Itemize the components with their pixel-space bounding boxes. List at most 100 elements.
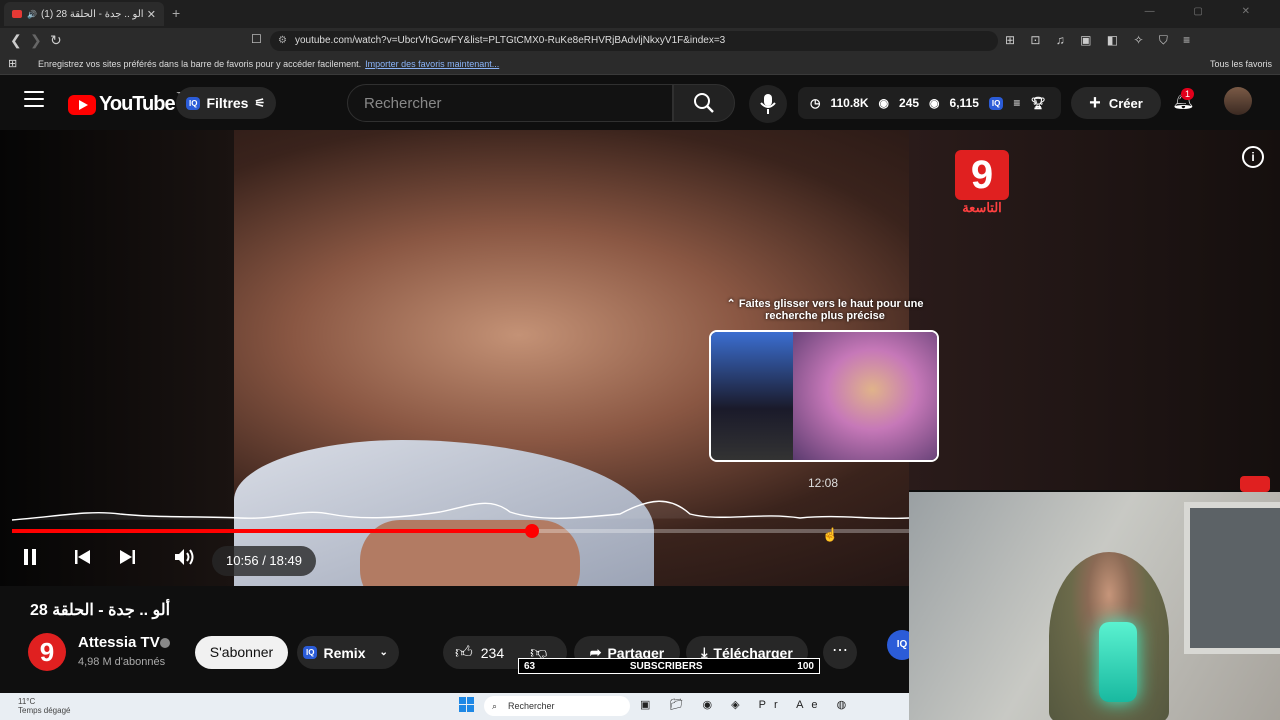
avatar[interactable]: [1224, 87, 1252, 115]
info-icon[interactable]: i: [1242, 146, 1264, 168]
taskbar-search-label: Rechercher: [508, 701, 555, 711]
new-tab-icon[interactable]: +: [172, 5, 180, 21]
browser-tab[interactable]: 🔊 (1) ألو .. جدة - الحلقة 28 - YouTube ✕: [4, 2, 164, 26]
url-field[interactable]: ⚙ youtube.com/watch?v=UbcrVhGcwFY&list=PL…: [270, 31, 998, 51]
webcam-overlay: [909, 492, 1280, 720]
bookmark-icon[interactable]: ☐: [251, 32, 262, 46]
site-info-icon[interactable]: ⚙: [278, 35, 287, 46]
clock-icon: ◷: [810, 96, 821, 110]
channel-subscribers: 4,98 M d'abonnés: [78, 656, 166, 668]
weather-widget[interactable]: 11°C Temps dégagé: [18, 697, 70, 715]
stat-views-b: 6,115: [949, 96, 979, 110]
channel-logo-text: التاسعة: [962, 200, 1002, 215]
back-icon[interactable]: ❮: [10, 32, 22, 49]
search-button[interactable]: [673, 84, 735, 122]
like-button[interactable]: 👍︎ 234: [455, 642, 504, 663]
time-display: 10:56 / 18:49: [212, 546, 316, 576]
channel-avatar[interactable]: 9: [28, 633, 66, 671]
browser-tab-bar: 🔊 (1) ألو .. جدة - الحلقة 28 - YouTube ✕…: [0, 0, 1280, 28]
volume-button[interactable]: [174, 548, 196, 571]
channel-logo-digit: 9: [955, 150, 1009, 200]
youtube-logo[interactable]: YouTube TN: [68, 91, 187, 116]
filters-button[interactable]: IQ Filtres ⚟: [176, 87, 276, 119]
webcam-window-bg: [1184, 502, 1280, 654]
video-title: ألو .. جدة - الحلقة 28: [30, 602, 171, 619]
more-actions-button[interactable]: ⋯: [823, 636, 857, 669]
chevron-down-icon: ⌄: [379, 647, 388, 658]
plus-icon: +: [1089, 91, 1101, 114]
iq-icon: IQ: [186, 96, 201, 110]
sub-current: 63: [524, 660, 536, 672]
windows-start-icon[interactable]: [459, 697, 475, 713]
microphone-icon: [760, 94, 776, 114]
list-icon[interactable]: ≡: [1013, 96, 1020, 110]
extension-icons[interactable]: ⊞ ⊡ ♫ ▣ ◧ ✧ ⛉ ≡: [1005, 33, 1196, 48]
previous-icon: [75, 550, 90, 564]
import-favorites-link[interactable]: Importer des favoris maintenant...: [365, 59, 499, 69]
tab-title: (1) ألو .. جدة - الحلقة 28 - YouTube: [40, 8, 147, 20]
reload-icon[interactable]: ↻: [50, 32, 62, 49]
progress-fill: [12, 529, 533, 533]
voice-search-button[interactable]: [749, 85, 787, 123]
previous-button[interactable]: [73, 548, 91, 571]
tv-channel-logo: 9 التاسعة: [955, 150, 1009, 220]
iq-icon[interactable]: IQ: [988, 96, 1004, 110]
remix-button[interactable]: IQ Remix ⌄: [297, 636, 399, 669]
mouse-cursor-icon: ☝: [822, 527, 839, 542]
logo-text: YouTube: [99, 93, 176, 115]
stat-time: 110.8K: [830, 96, 869, 110]
channel-name[interactable]: Attessia TV: [78, 634, 160, 651]
window-controls[interactable]: — ▢ ✕: [1145, 6, 1268, 17]
youtube-play-icon: [68, 94, 96, 115]
eye-icon: ◉: [929, 96, 940, 110]
forward-icon[interactable]: ❯: [30, 32, 42, 49]
search-input[interactable]: Rechercher: [347, 84, 673, 122]
create-label: Créer: [1108, 95, 1143, 111]
weather-desc: Temps dégagé: [18, 706, 71, 715]
menu-icon[interactable]: [24, 91, 44, 107]
seek-hint: ⌃ Faites glisser vers le haut pour une r…: [726, 298, 924, 322]
sub-label: SUBSCRIBERS: [629, 660, 703, 672]
channel-watermark-icon: [1240, 476, 1270, 492]
webcam-lamp: [1099, 622, 1137, 702]
pause-icon: [24, 549, 36, 565]
taskbar-apps[interactable]: ▣ 📁︎ ◉ ◈ Pr Ae ◍: [640, 698, 854, 711]
windows-taskbar: 11°C Temps dégagé ⌕ Rechercher ▣ 📁︎ ◉ ◈ …: [0, 693, 909, 720]
weather-temp: 11°C: [18, 697, 36, 706]
address-bar-row: ❮ ❯ ↻ ☐ ⚙ youtube.com/watch?v=UbcrVhGcwFY…: [0, 28, 1280, 54]
heatmap-wave: [11, 500, 909, 521]
thumbs-up-icon: 👍︎: [455, 643, 473, 662]
bookmarks-bar: ⊞ Enregistrez vos sites préférés dans la…: [0, 54, 1280, 75]
apps-icon[interactable]: ⊞: [8, 57, 17, 70]
stats-widget[interactable]: ◷ 110.8K ◉ 245 ◉ 6,115 IQ ≡ 🏆︎: [798, 87, 1061, 119]
verified-icon: [160, 638, 170, 648]
subscribe-button[interactable]: S'abonner: [195, 636, 288, 669]
trophy-icon[interactable]: 🏆︎: [1030, 96, 1045, 110]
iq-icon: IQ: [303, 646, 318, 659]
stat-views-a: 245: [899, 96, 920, 110]
remix-label: Remix: [323, 644, 366, 661]
url-text: youtube.com/watch?v=UbcrVhGcwFY&list=PLT…: [294, 35, 726, 46]
pause-button[interactable]: [22, 548, 38, 571]
eye-icon: ◉: [878, 96, 890, 110]
sliders-icon: ⚟: [254, 96, 266, 110]
speaker-icon[interactable]: 🔊: [27, 10, 37, 19]
search-icon: ⌕: [492, 701, 498, 711]
volume-icon: [175, 549, 194, 565]
close-tab-icon[interactable]: ✕: [147, 8, 156, 21]
all-favorites[interactable]: Tous les favoris: [1210, 59, 1272, 69]
seek-preview-thumbnail: [709, 330, 939, 462]
filters-label: Filtres: [206, 95, 249, 111]
youtube-favicon-icon: [12, 10, 22, 18]
taskbar-search[interactable]: ⌕ Rechercher: [484, 696, 630, 716]
create-button[interactable]: + Créer: [1071, 87, 1161, 119]
next-button[interactable]: [119, 548, 137, 571]
subscriber-goal-bar: 63 SUBSCRIBERS 100: [518, 658, 820, 674]
bookmarks-message: Enregistrez vos sites préférés dans la b…: [38, 59, 362, 69]
like-count: 234: [480, 644, 505, 661]
next-icon: [120, 550, 135, 564]
sub-goal: 100: [797, 660, 814, 672]
notification-badge: 1: [1181, 88, 1195, 100]
search-icon: [694, 93, 714, 113]
youtube-header: YouTube TN IQ Filtres ⚟ Rechercher ◷ 110.…: [0, 75, 1280, 131]
